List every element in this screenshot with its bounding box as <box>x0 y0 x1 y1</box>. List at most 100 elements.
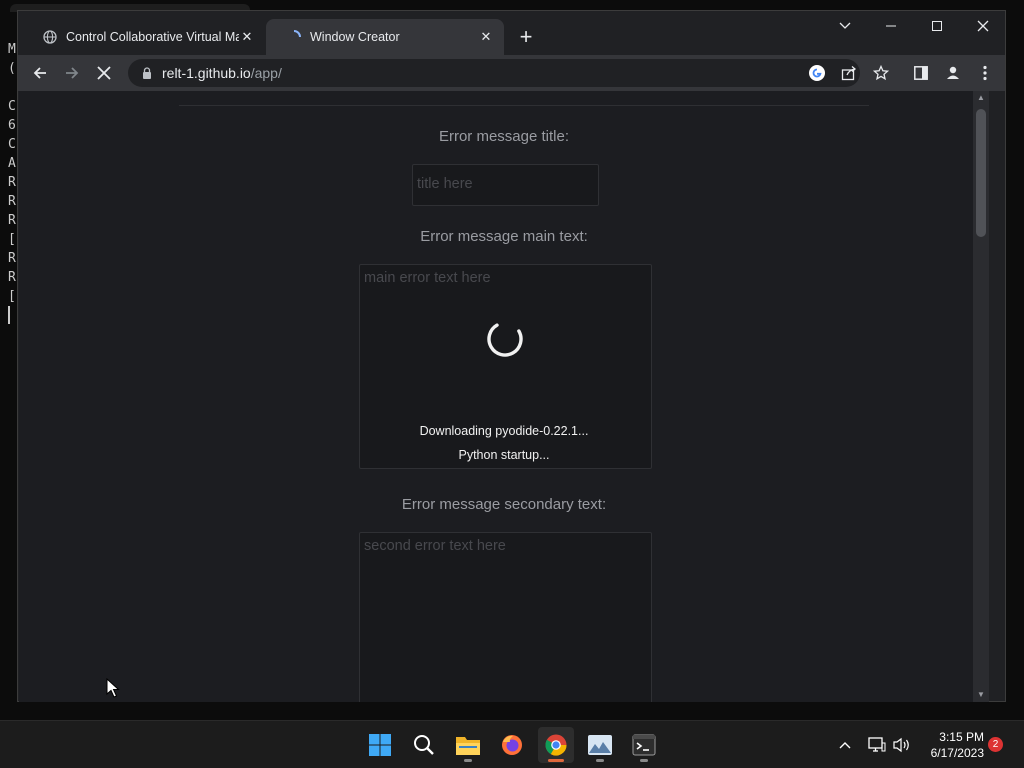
system-clock[interactable]: 3:15 PM 6/17/2023 <box>918 729 984 761</box>
lock-icon <box>140 66 154 80</box>
terminal-line: R <box>8 213 16 228</box>
main-text-placeholder: main error text here <box>364 270 491 286</box>
tab-strip: Control Collaborative Virtual Machine ✕ … <box>18 11 1005 55</box>
file-explorer-icon <box>456 737 480 755</box>
maximize-button[interactable] <box>914 11 960 41</box>
terminal-line: [ <box>8 232 16 247</box>
star-icon <box>873 65 889 81</box>
url-host: relt-1.github.io <box>162 65 251 81</box>
close-icon[interactable]: ✕ <box>478 29 494 45</box>
arrow-right-icon <box>66 67 79 79</box>
google-lens-button[interactable] <box>806 62 828 84</box>
volume-button[interactable] <box>890 733 914 757</box>
taskbar-search-button[interactable] <box>406 727 442 763</box>
start-icon <box>369 734 391 756</box>
chrome-icon <box>545 734 567 756</box>
speaker-icon <box>893 737 909 753</box>
running-indicator <box>464 759 472 762</box>
scroll-up-icon[interactable]: ▲ <box>973 91 989 105</box>
terminal-cursor <box>8 306 10 324</box>
terminal-output: M ( C 6 C A R R R [ R R [ <box>8 40 16 306</box>
title-input[interactable]: title here <box>412 164 599 206</box>
terminal-line: C <box>8 137 16 152</box>
firefox-icon <box>502 735 522 755</box>
tab-search-button[interactable] <box>822 11 868 41</box>
tab-control-vm[interactable]: Control Collaborative Virtual Machine ✕ <box>22 19 265 55</box>
page-scrollbar[interactable]: ▲ ▼ <box>973 91 989 702</box>
new-tab-button[interactable]: + <box>514 26 538 50</box>
notification-badge[interactable]: 2 <box>988 737 1003 752</box>
main-text-textarea[interactable]: main error text here <box>359 264 652 469</box>
page-viewport: Error message title: title here Error me… <box>19 91 989 702</box>
chevron-down-icon <box>839 22 851 29</box>
taskbar: 3:15 PM 6/17/2023 2 <box>0 720 1024 768</box>
terminal-line: C <box>8 99 16 114</box>
running-indicator <box>640 759 648 762</box>
terminal-line: A <box>8 156 16 171</box>
scroll-down-icon[interactable]: ▼ <box>973 688 989 702</box>
url-path: /app/ <box>250 65 282 81</box>
more-vert-icon <box>983 65 987 81</box>
title-label: Error message title: <box>438 128 570 145</box>
terminal-line: R <box>8 251 16 266</box>
browser-toolbar: relt-1.github.io/app/ <box>18 55 1005 91</box>
stop-icon <box>97 66 111 80</box>
title-placeholder: title here <box>417 176 473 192</box>
mouse-pointer-icon <box>106 678 120 698</box>
terminal-button[interactable] <box>626 727 662 763</box>
clock-time: 3:15 PM <box>939 730 984 744</box>
side-panel-icon <box>914 66 928 80</box>
arrow-left-icon <box>33 67 46 79</box>
maximize-icon <box>932 21 942 31</box>
minimize-button[interactable] <box>868 11 914 41</box>
secondary-text-textarea[interactable]: second error text here <box>359 532 652 702</box>
close-window-button[interactable] <box>960 11 1006 41</box>
network-icon <box>868 737 886 752</box>
running-indicator <box>548 759 564 762</box>
loading-substatus: Python startup... <box>458 448 550 462</box>
clock-date: 6/17/2023 <box>930 746 984 760</box>
terminal-line: R <box>8 194 16 209</box>
terminal-icon <box>632 734 656 756</box>
search-icon <box>414 735 434 755</box>
loading-status: Downloading pyodide-0.22.1... <box>419 424 589 438</box>
network-button[interactable] <box>865 733 889 757</box>
globe-icon <box>42 29 58 45</box>
photos-button[interactable] <box>582 727 618 763</box>
terminal-line: 6 <box>8 118 16 133</box>
start-button[interactable] <box>362 727 398 763</box>
chrome-button[interactable] <box>538 727 574 763</box>
side-panel-button[interactable] <box>910 62 932 84</box>
scrollbar-thumb[interactable] <box>976 109 986 237</box>
bookmark-button[interactable] <box>870 62 892 84</box>
address-bar[interactable]: relt-1.github.io/app/ <box>128 59 860 87</box>
profile-button[interactable] <box>942 62 964 84</box>
main-text-label: Error message main text: <box>420 228 588 245</box>
terminal-line: R <box>8 175 16 190</box>
forward-button[interactable] <box>60 61 84 85</box>
person-icon <box>947 66 959 79</box>
minimize-icon <box>886 25 896 27</box>
loading-icon <box>286 29 302 45</box>
terminal-line: ( <box>8 61 16 76</box>
menu-button[interactable] <box>974 62 996 84</box>
close-icon[interactable]: ✕ <box>239 29 255 45</box>
loading-spinner-icon <box>487 323 523 357</box>
tab-title: Control Collaborative Virtual Machine <box>66 30 239 44</box>
back-button[interactable] <box>28 61 52 85</box>
show-hidden-icons-button[interactable] <box>833 733 857 757</box>
share-button[interactable] <box>838 62 860 84</box>
running-indicator <box>596 759 604 762</box>
tab-window-creator[interactable]: Window Creator ✕ <box>266 19 504 55</box>
photos-icon <box>588 735 612 755</box>
stop-loading-button[interactable] <box>92 61 116 85</box>
terminal-line: [ <box>8 289 16 304</box>
firefox-button[interactable] <box>494 727 530 763</box>
secondary-text-placeholder: second error text here <box>364 538 506 554</box>
file-explorer-button[interactable] <box>450 727 486 763</box>
browser-window: Control Collaborative Virtual Machine ✕ … <box>17 10 1006 702</box>
divider <box>179 105 869 106</box>
terminal-line: M <box>8 42 16 57</box>
close-icon <box>977 20 989 32</box>
